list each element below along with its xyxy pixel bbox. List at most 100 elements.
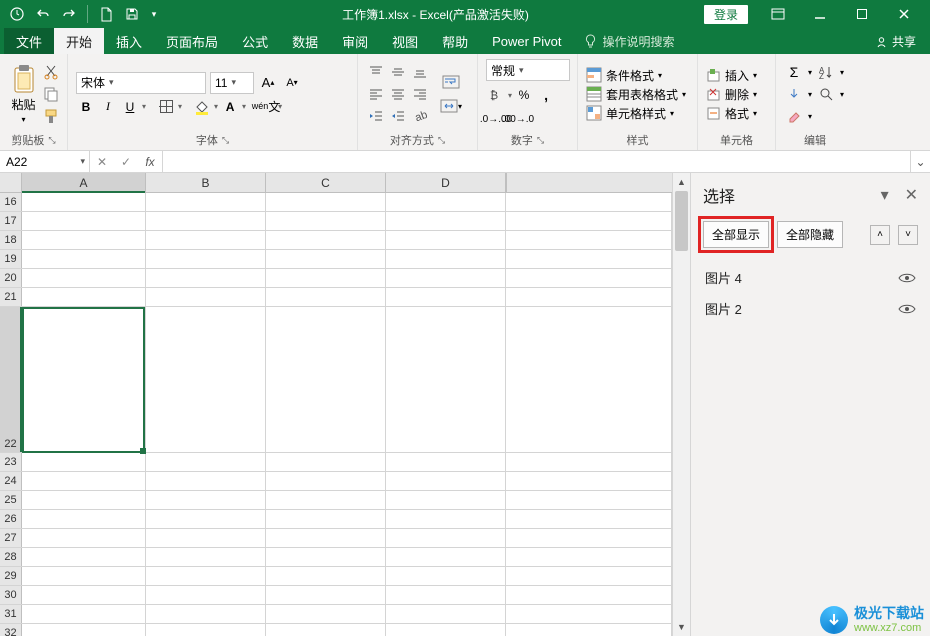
copy-button[interactable]: [43, 86, 59, 102]
scroll-down[interactable]: ▼: [673, 618, 690, 636]
cell[interactable]: [266, 453, 386, 471]
row-header-26[interactable]: 26: [0, 510, 22, 528]
tab-home[interactable]: 开始: [54, 28, 104, 54]
align-top[interactable]: [366, 62, 386, 82]
cell[interactable]: [386, 212, 506, 230]
row-header-31[interactable]: 31: [0, 605, 22, 623]
cell[interactable]: [22, 269, 146, 287]
cell[interactable]: [266, 231, 386, 249]
tab-file[interactable]: 文件: [4, 28, 54, 54]
font-name-select[interactable]: 宋体▾: [76, 72, 206, 94]
cell[interactable]: [146, 472, 266, 490]
show-all-button[interactable]: 全部显示: [703, 221, 769, 248]
comma-format[interactable]: ,: [536, 85, 556, 105]
cell[interactable]: [266, 586, 386, 604]
cell[interactable]: [266, 269, 386, 287]
spreadsheet-grid[interactable]: ABCD 16171819202122232425262728293031323…: [0, 173, 672, 636]
cell[interactable]: [506, 548, 672, 566]
format-cells-button[interactable]: 格式▾: [706, 105, 757, 122]
align-left[interactable]: [366, 84, 386, 104]
bring-forward-button[interactable]: ˄: [870, 225, 890, 245]
visibility-icon[interactable]: [898, 303, 916, 315]
cell[interactable]: [506, 529, 672, 547]
insert-cells-button[interactable]: 插入▾: [706, 67, 757, 84]
cell[interactable]: [22, 250, 146, 268]
cell[interactable]: [506, 586, 672, 604]
cell[interactable]: [506, 491, 672, 509]
align-dialog-launcher[interactable]: ⤡: [438, 135, 445, 146]
tab-help[interactable]: 帮助: [430, 28, 480, 54]
phonetic-button[interactable]: wén文: [256, 97, 276, 117]
minimize-button[interactable]: [800, 4, 840, 24]
cell[interactable]: [146, 567, 266, 585]
align-bottom[interactable]: [410, 62, 430, 82]
row-header-29[interactable]: 29: [0, 567, 22, 585]
cell[interactable]: [22, 288, 146, 306]
cell[interactable]: [22, 548, 146, 566]
cell[interactable]: [22, 231, 146, 249]
align-middle[interactable]: [388, 62, 408, 82]
wrap-text-button[interactable]: [440, 72, 462, 92]
cell[interactable]: [146, 624, 266, 636]
cell[interactable]: [22, 212, 146, 230]
cell[interactable]: [386, 453, 506, 471]
cell[interactable]: [506, 567, 672, 585]
increase-indent[interactable]: [388, 106, 408, 126]
cell[interactable]: [386, 269, 506, 287]
fx-button[interactable]: fx: [138, 155, 162, 169]
row-header-30[interactable]: 30: [0, 586, 22, 604]
cell[interactable]: [146, 510, 266, 528]
cell[interactable]: [386, 567, 506, 585]
cell[interactable]: [146, 491, 266, 509]
merge-center-button[interactable]: ▾: [440, 96, 462, 116]
vertical-scrollbar[interactable]: ▲ ▼: [672, 173, 690, 636]
select-all-corner[interactable]: [0, 173, 22, 192]
fill-color-button[interactable]: [192, 97, 212, 117]
close-button[interactable]: [884, 4, 924, 24]
cell[interactable]: [506, 510, 672, 528]
cell[interactable]: [506, 250, 672, 268]
clipboard-dialog-launcher[interactable]: ⤡: [48, 135, 55, 146]
cell[interactable]: [506, 193, 672, 211]
column-header-C[interactable]: C: [266, 173, 386, 192]
cell-styles-button[interactable]: 单元格样式▾: [586, 105, 686, 122]
row-header-32[interactable]: 32: [0, 624, 22, 636]
cell[interactable]: [22, 307, 146, 452]
cell[interactable]: [22, 491, 146, 509]
cell[interactable]: [22, 453, 146, 471]
cell[interactable]: [266, 548, 386, 566]
cell[interactable]: [266, 250, 386, 268]
share-button[interactable]: 共享: [861, 28, 930, 54]
format-as-table-button[interactable]: 套用表格格式▾: [586, 86, 686, 103]
row-header-17[interactable]: 17: [0, 212, 22, 230]
selection-item-1[interactable]: 图片 2: [703, 293, 918, 324]
delete-cells-button[interactable]: 删除▾: [706, 86, 757, 103]
cell[interactable]: [146, 269, 266, 287]
cell[interactable]: [266, 307, 386, 452]
sort-filter-button[interactable]: AZ: [816, 62, 836, 82]
cell[interactable]: [146, 586, 266, 604]
cell[interactable]: [506, 288, 672, 306]
cell[interactable]: [146, 453, 266, 471]
login-button[interactable]: 登录: [704, 5, 748, 24]
autosum-button[interactable]: Σ: [784, 62, 804, 82]
scroll-thumb[interactable]: [675, 191, 688, 251]
row-header-24[interactable]: 24: [0, 472, 22, 490]
cell[interactable]: [506, 269, 672, 287]
cell[interactable]: [386, 624, 506, 636]
cell[interactable]: [146, 231, 266, 249]
number-dialog-launcher[interactable]: ⤡: [537, 135, 544, 146]
pane-menu-button[interactable]: ▾: [881, 185, 889, 205]
tab-insert[interactable]: 插入: [104, 28, 154, 54]
cell[interactable]: [386, 231, 506, 249]
cell[interactable]: [146, 250, 266, 268]
orientation-button[interactable]: ab: [410, 106, 430, 126]
cell[interactable]: [22, 567, 146, 585]
decrease-indent[interactable]: [366, 106, 386, 126]
cell[interactable]: [146, 605, 266, 623]
scroll-up[interactable]: ▲: [673, 173, 690, 191]
bold-button[interactable]: B: [76, 97, 96, 117]
cell[interactable]: [146, 548, 266, 566]
underline-button[interactable]: U: [120, 97, 140, 117]
conditional-format-button[interactable]: 条件格式▾: [586, 67, 686, 84]
